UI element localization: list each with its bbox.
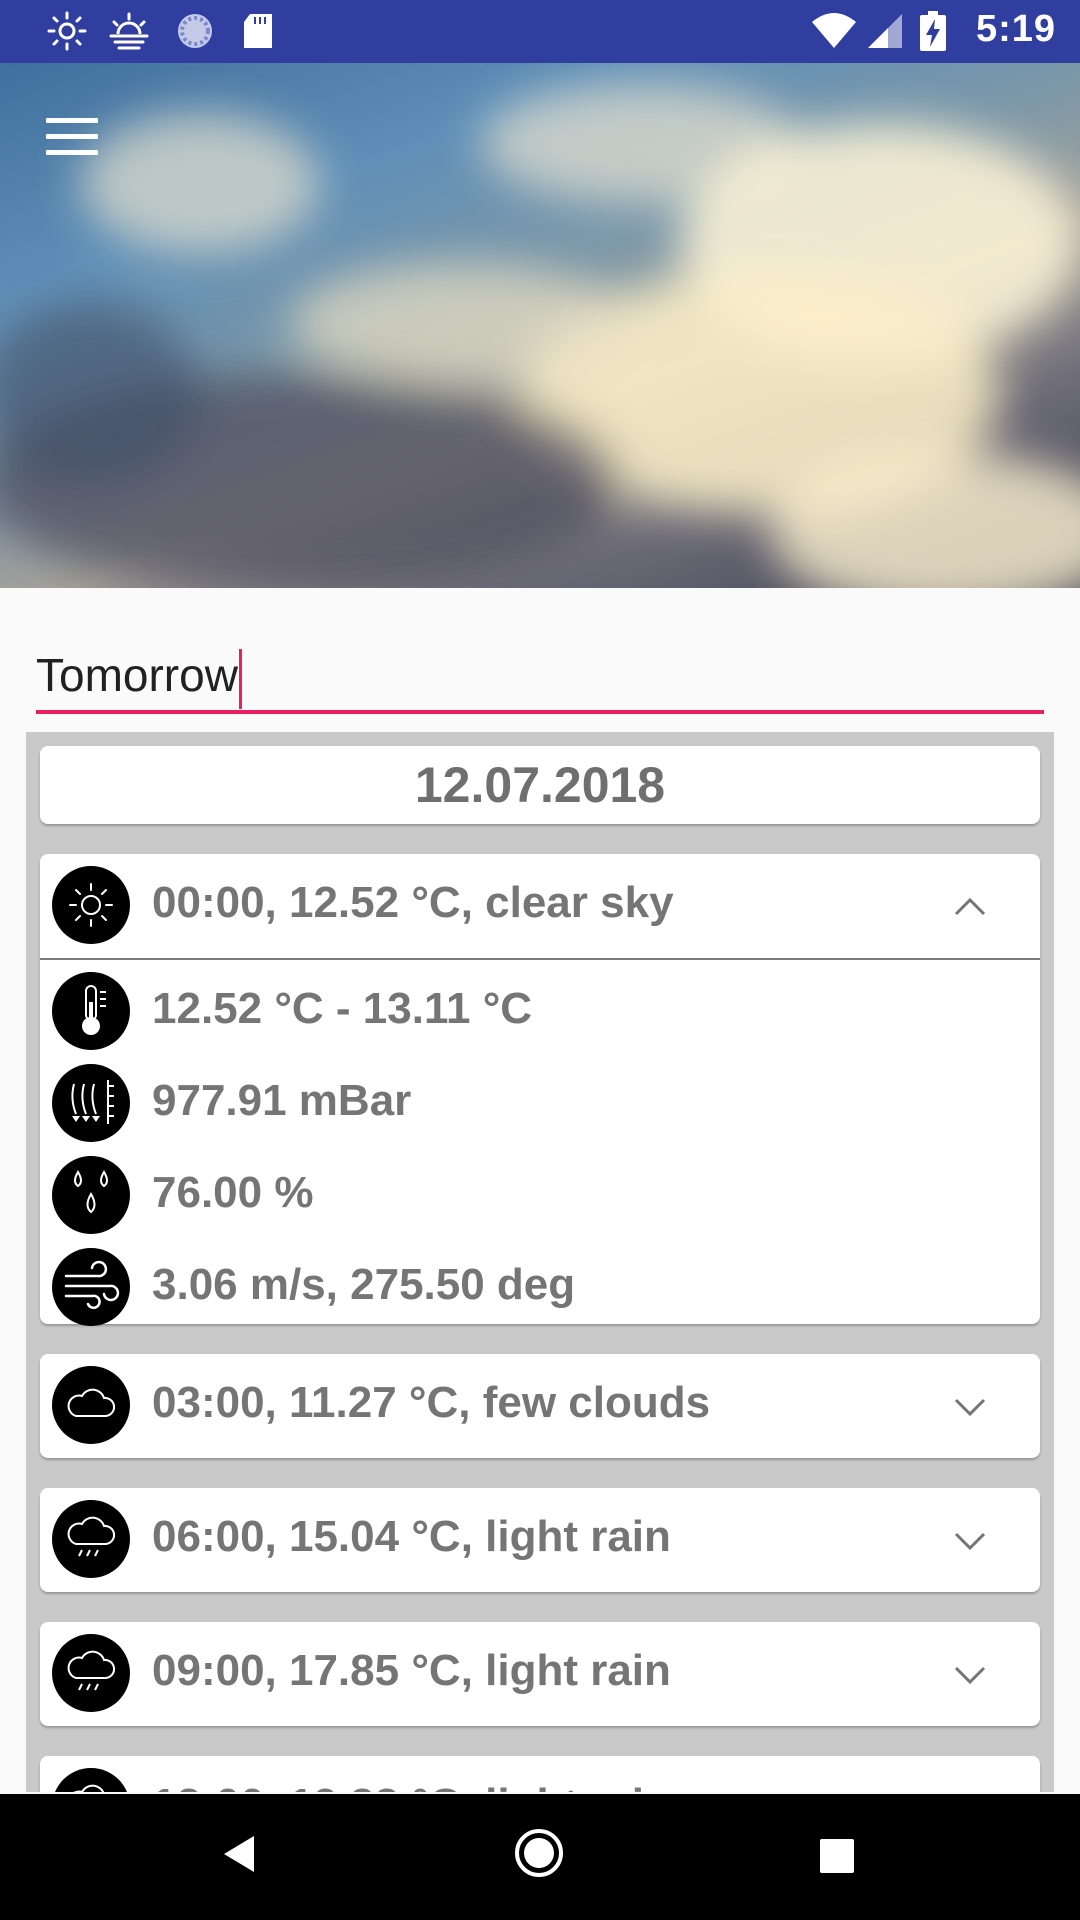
- thermometer-icon: [52, 972, 130, 1050]
- wind-value: 3.06 m/s, 275.50 deg: [152, 1260, 576, 1309]
- wind-icon: [52, 1248, 130, 1326]
- clear-sky-icon: [52, 866, 130, 944]
- temperature-range: 12.52 °C - 13.11 °C: [152, 984, 533, 1033]
- loading-icon: [178, 14, 212, 48]
- chevron-down-icon[interactable]: [952, 1530, 988, 1552]
- date-card: 12.07.2018: [40, 746, 1040, 824]
- forecast-card[interactable]: 03:00, 11.27 °C, few clouds: [40, 1354, 1040, 1458]
- day-input-field[interactable]: Tomorrow: [36, 640, 1044, 714]
- day-input-value: Tomorrow: [36, 649, 238, 701]
- forecast-card[interactable]: 09:00, 17.85 °C, light rain: [40, 1622, 1040, 1726]
- back-icon[interactable]: [222, 1834, 256, 1874]
- forecast-card[interactable]: 12:00, 19.33 °C, light rain: [40, 1756, 1040, 1792]
- sunrise-icon: [109, 12, 149, 50]
- forecast-card[interactable]: 06:00, 15.04 °C, light rain: [40, 1488, 1040, 1592]
- chevron-down-icon[interactable]: [952, 1664, 988, 1686]
- chevron-down-icon[interactable]: [952, 1396, 988, 1418]
- header-sky-image: [0, 63, 1080, 588]
- text-cursor: [238, 648, 242, 709]
- home-icon[interactable]: [514, 1828, 564, 1878]
- forecast-summary: 03:00, 11.27 °C, few clouds: [152, 1378, 711, 1427]
- divider: [40, 958, 1040, 960]
- rain-cloud-icon: [52, 1500, 130, 1578]
- chevron-up-icon[interactable]: [952, 896, 988, 918]
- forecast-summary: 12:00, 19.33 °C, light rain: [152, 1780, 671, 1792]
- pressure-icon: [52, 1064, 130, 1142]
- forecast-list[interactable]: 12.07.2018 00:00, 12.52 °C, clear sky 12…: [26, 732, 1054, 1792]
- signal-icon: [868, 14, 902, 48]
- pressure-value: 977.91 mBar: [152, 1076, 412, 1125]
- rain-cloud-icon: [52, 1634, 130, 1712]
- forecast-header-0[interactable]: 00:00, 12.52 °C, clear sky: [40, 854, 1040, 958]
- forecast-summary: 06:00, 15.04 °C, light rain: [152, 1512, 671, 1561]
- navigation-bar: [0, 1794, 1080, 1920]
- humidity-value: 76.00 %: [152, 1168, 314, 1217]
- cloud-icon: [52, 1366, 130, 1444]
- sun-icon: [47, 11, 87, 51]
- cloud-photo: [0, 83, 1080, 588]
- wifi-icon: [812, 13, 856, 48]
- sd-card-icon: [244, 14, 272, 48]
- recent-apps-icon[interactable]: [820, 1839, 854, 1873]
- clock-time: 5:19: [975, 8, 1056, 50]
- forecast-card-expanded: 00:00, 12.52 °C, clear sky 12.52 °C - 13…: [40, 854, 1040, 1326]
- forecast-summary: 00:00, 12.52 °C, clear sky: [152, 878, 674, 927]
- forecast-summary: 09:00, 17.85 °C, light rain: [152, 1646, 671, 1695]
- forecast-date: 12.07.2018: [414, 757, 666, 813]
- status-bar: 5:19: [0, 0, 1080, 63]
- hamburger-menu-icon[interactable]: [46, 118, 98, 158]
- battery-charging-icon: [920, 11, 946, 51]
- rain-cloud-icon: [52, 1768, 130, 1792]
- humidity-icon: [52, 1156, 130, 1234]
